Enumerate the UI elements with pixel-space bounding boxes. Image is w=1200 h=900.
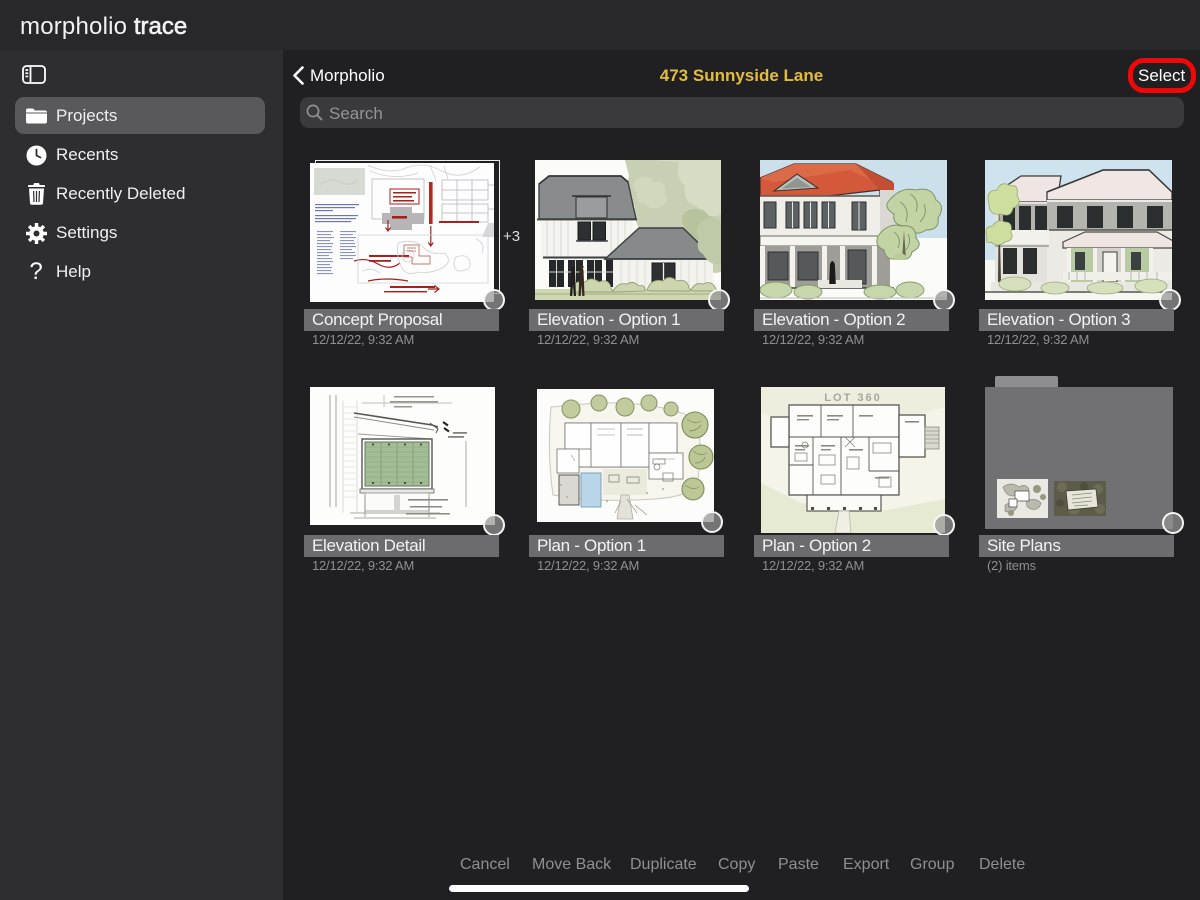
svg-text:LOT 360: LOT 360 xyxy=(824,392,881,404)
